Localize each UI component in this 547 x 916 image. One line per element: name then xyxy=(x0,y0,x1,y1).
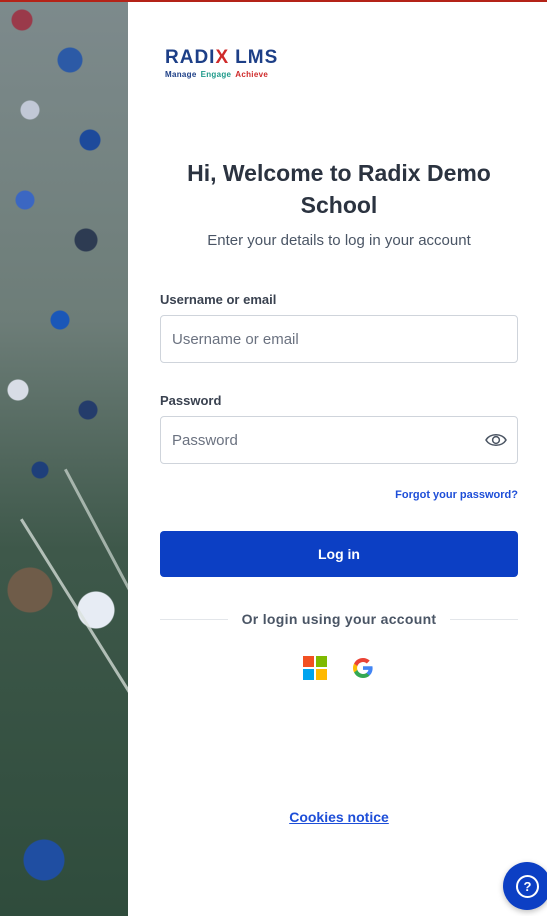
microsoft-icon-tile xyxy=(316,669,327,680)
microsoft-icon-tile xyxy=(316,656,327,667)
login-button[interactable]: Log in xyxy=(160,531,518,577)
field-line xyxy=(64,468,128,916)
logo-x-mark: X xyxy=(215,47,230,68)
radix-lms-logo: RADIX LMS Manage Engage Achieve xyxy=(165,48,305,88)
divider-line-right xyxy=(450,619,518,620)
username-label: Username or email xyxy=(160,292,277,307)
top-accent-bar xyxy=(0,0,547,2)
page-title: Hi, Welcome to Radix Demo School xyxy=(187,160,491,218)
logo-tag-manage: Manage xyxy=(165,70,197,79)
password-field-wrapper xyxy=(160,416,518,464)
help-icon: ? xyxy=(516,875,539,898)
microsoft-icon-tile xyxy=(303,656,314,667)
forgot-password-link[interactable]: Forgot your password? xyxy=(395,489,518,501)
background-photo xyxy=(0,0,128,916)
microsoft-icon-tile xyxy=(303,669,314,680)
alt-login-divider: Or login using your account xyxy=(160,611,518,629)
microsoft-icon[interactable] xyxy=(303,656,327,680)
logo-tag-engage: Engage xyxy=(200,70,232,79)
show-password-eye-icon[interactable] xyxy=(485,431,507,449)
logo-tagline: Manage Engage Achieve xyxy=(165,70,305,80)
password-input[interactable] xyxy=(161,417,472,463)
password-label: Password xyxy=(160,393,222,408)
logo-tag-achieve: Achieve xyxy=(235,70,269,79)
field-line xyxy=(20,518,128,911)
logo-wordmark: RADIX LMS xyxy=(165,48,305,68)
username-input[interactable] xyxy=(161,316,472,362)
help-button[interactable]: ? xyxy=(503,862,547,910)
logo-suffix: LMS xyxy=(235,47,279,68)
logo-word: RADIX xyxy=(165,47,230,68)
page-subtitle: Enter your details to log in your accoun… xyxy=(207,232,471,249)
username-field-wrapper xyxy=(160,315,518,363)
google-icon[interactable] xyxy=(351,656,375,680)
cookies-notice-link[interactable]: Cookies notice xyxy=(160,809,518,825)
